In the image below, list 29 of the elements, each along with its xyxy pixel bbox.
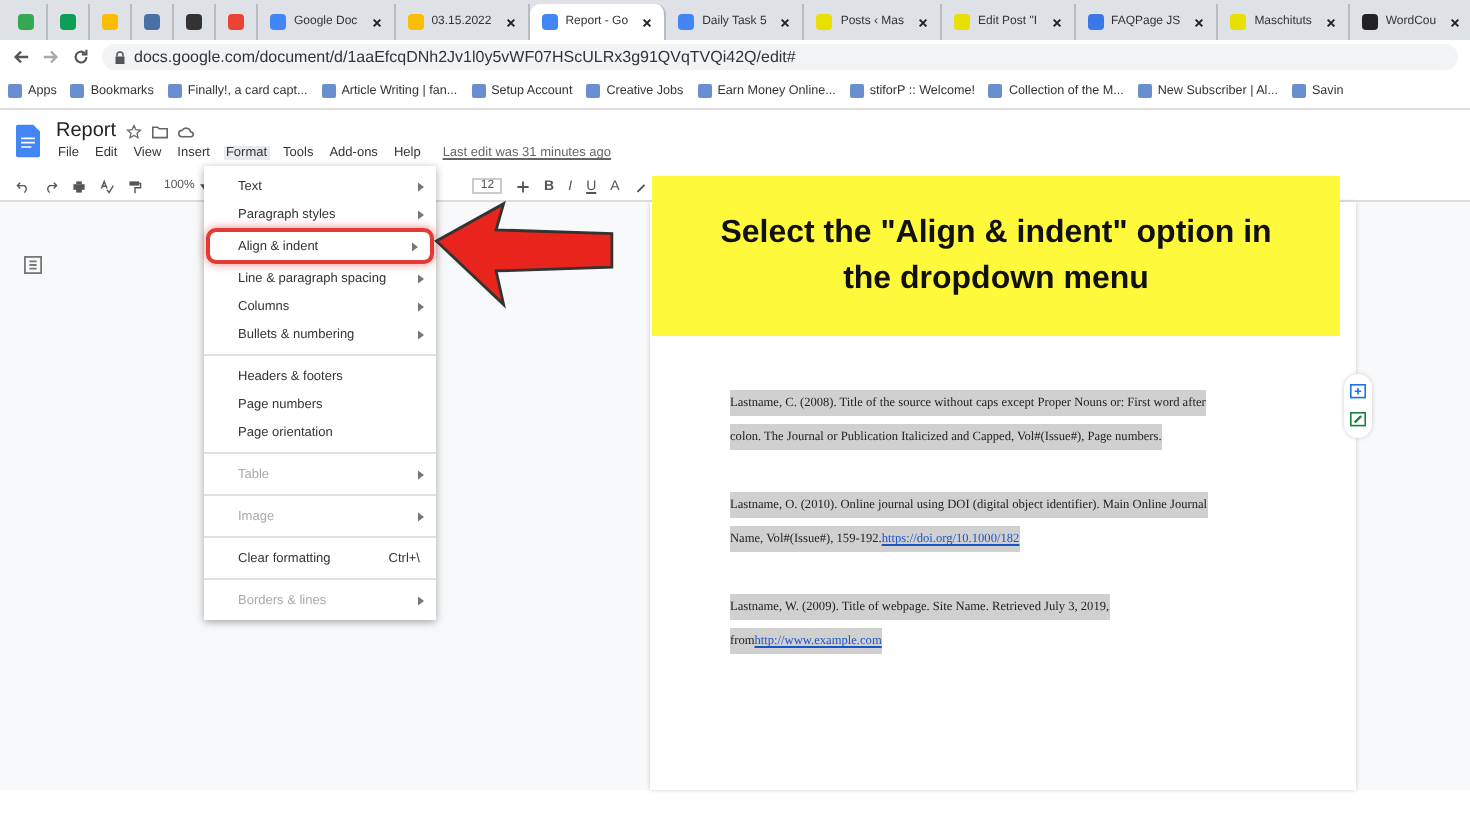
star-icon[interactable] — [126, 123, 143, 139]
reload-icon[interactable] — [72, 48, 90, 66]
undo-icon[interactable] — [16, 179, 30, 193]
instruction-callout: Select the "Align & indent" option in the dropdown menu — [652, 176, 1340, 336]
close-icon[interactable] — [505, 17, 516, 27]
folder-icon[interactable] — [152, 123, 169, 139]
paint-format-icon[interactable] — [128, 179, 142, 193]
close-icon[interactable] — [1194, 17, 1205, 27]
add-comment-icon[interactable] — [1350, 384, 1366, 400]
back-icon[interactable] — [12, 48, 30, 66]
close-icon[interactable] — [642, 17, 653, 27]
close-icon[interactable] — [918, 17, 929, 27]
print-icon[interactable] — [72, 179, 86, 193]
marker-icon[interactable] — [633, 179, 648, 193]
close-icon[interactable] — [780, 17, 791, 27]
outline-icon[interactable] — [24, 256, 42, 274]
close-icon[interactable] — [1325, 17, 1336, 27]
close-icon[interactable] — [1051, 17, 1061, 27]
close-icon[interactable] — [1450, 17, 1461, 27]
suggest-edit-icon[interactable] — [1350, 412, 1366, 428]
cloud-icon[interactable] — [178, 123, 195, 139]
document-icon[interactable] — [16, 124, 40, 158]
redo-icon[interactable] — [44, 179, 58, 193]
spellcheck-icon[interactable] — [100, 179, 114, 193]
lock-icon — [114, 49, 126, 65]
address-field[interactable]: docs.google.com/document/d/1aaEfcqDNh2Jv1l0y5vWF07HScULRx3g91QVqTVQi42Q/edit# — [102, 44, 1458, 70]
close-icon[interactable] — [371, 17, 382, 27]
document-title[interactable]: Report — [56, 120, 117, 142]
plus-icon[interactable] — [516, 179, 531, 193]
